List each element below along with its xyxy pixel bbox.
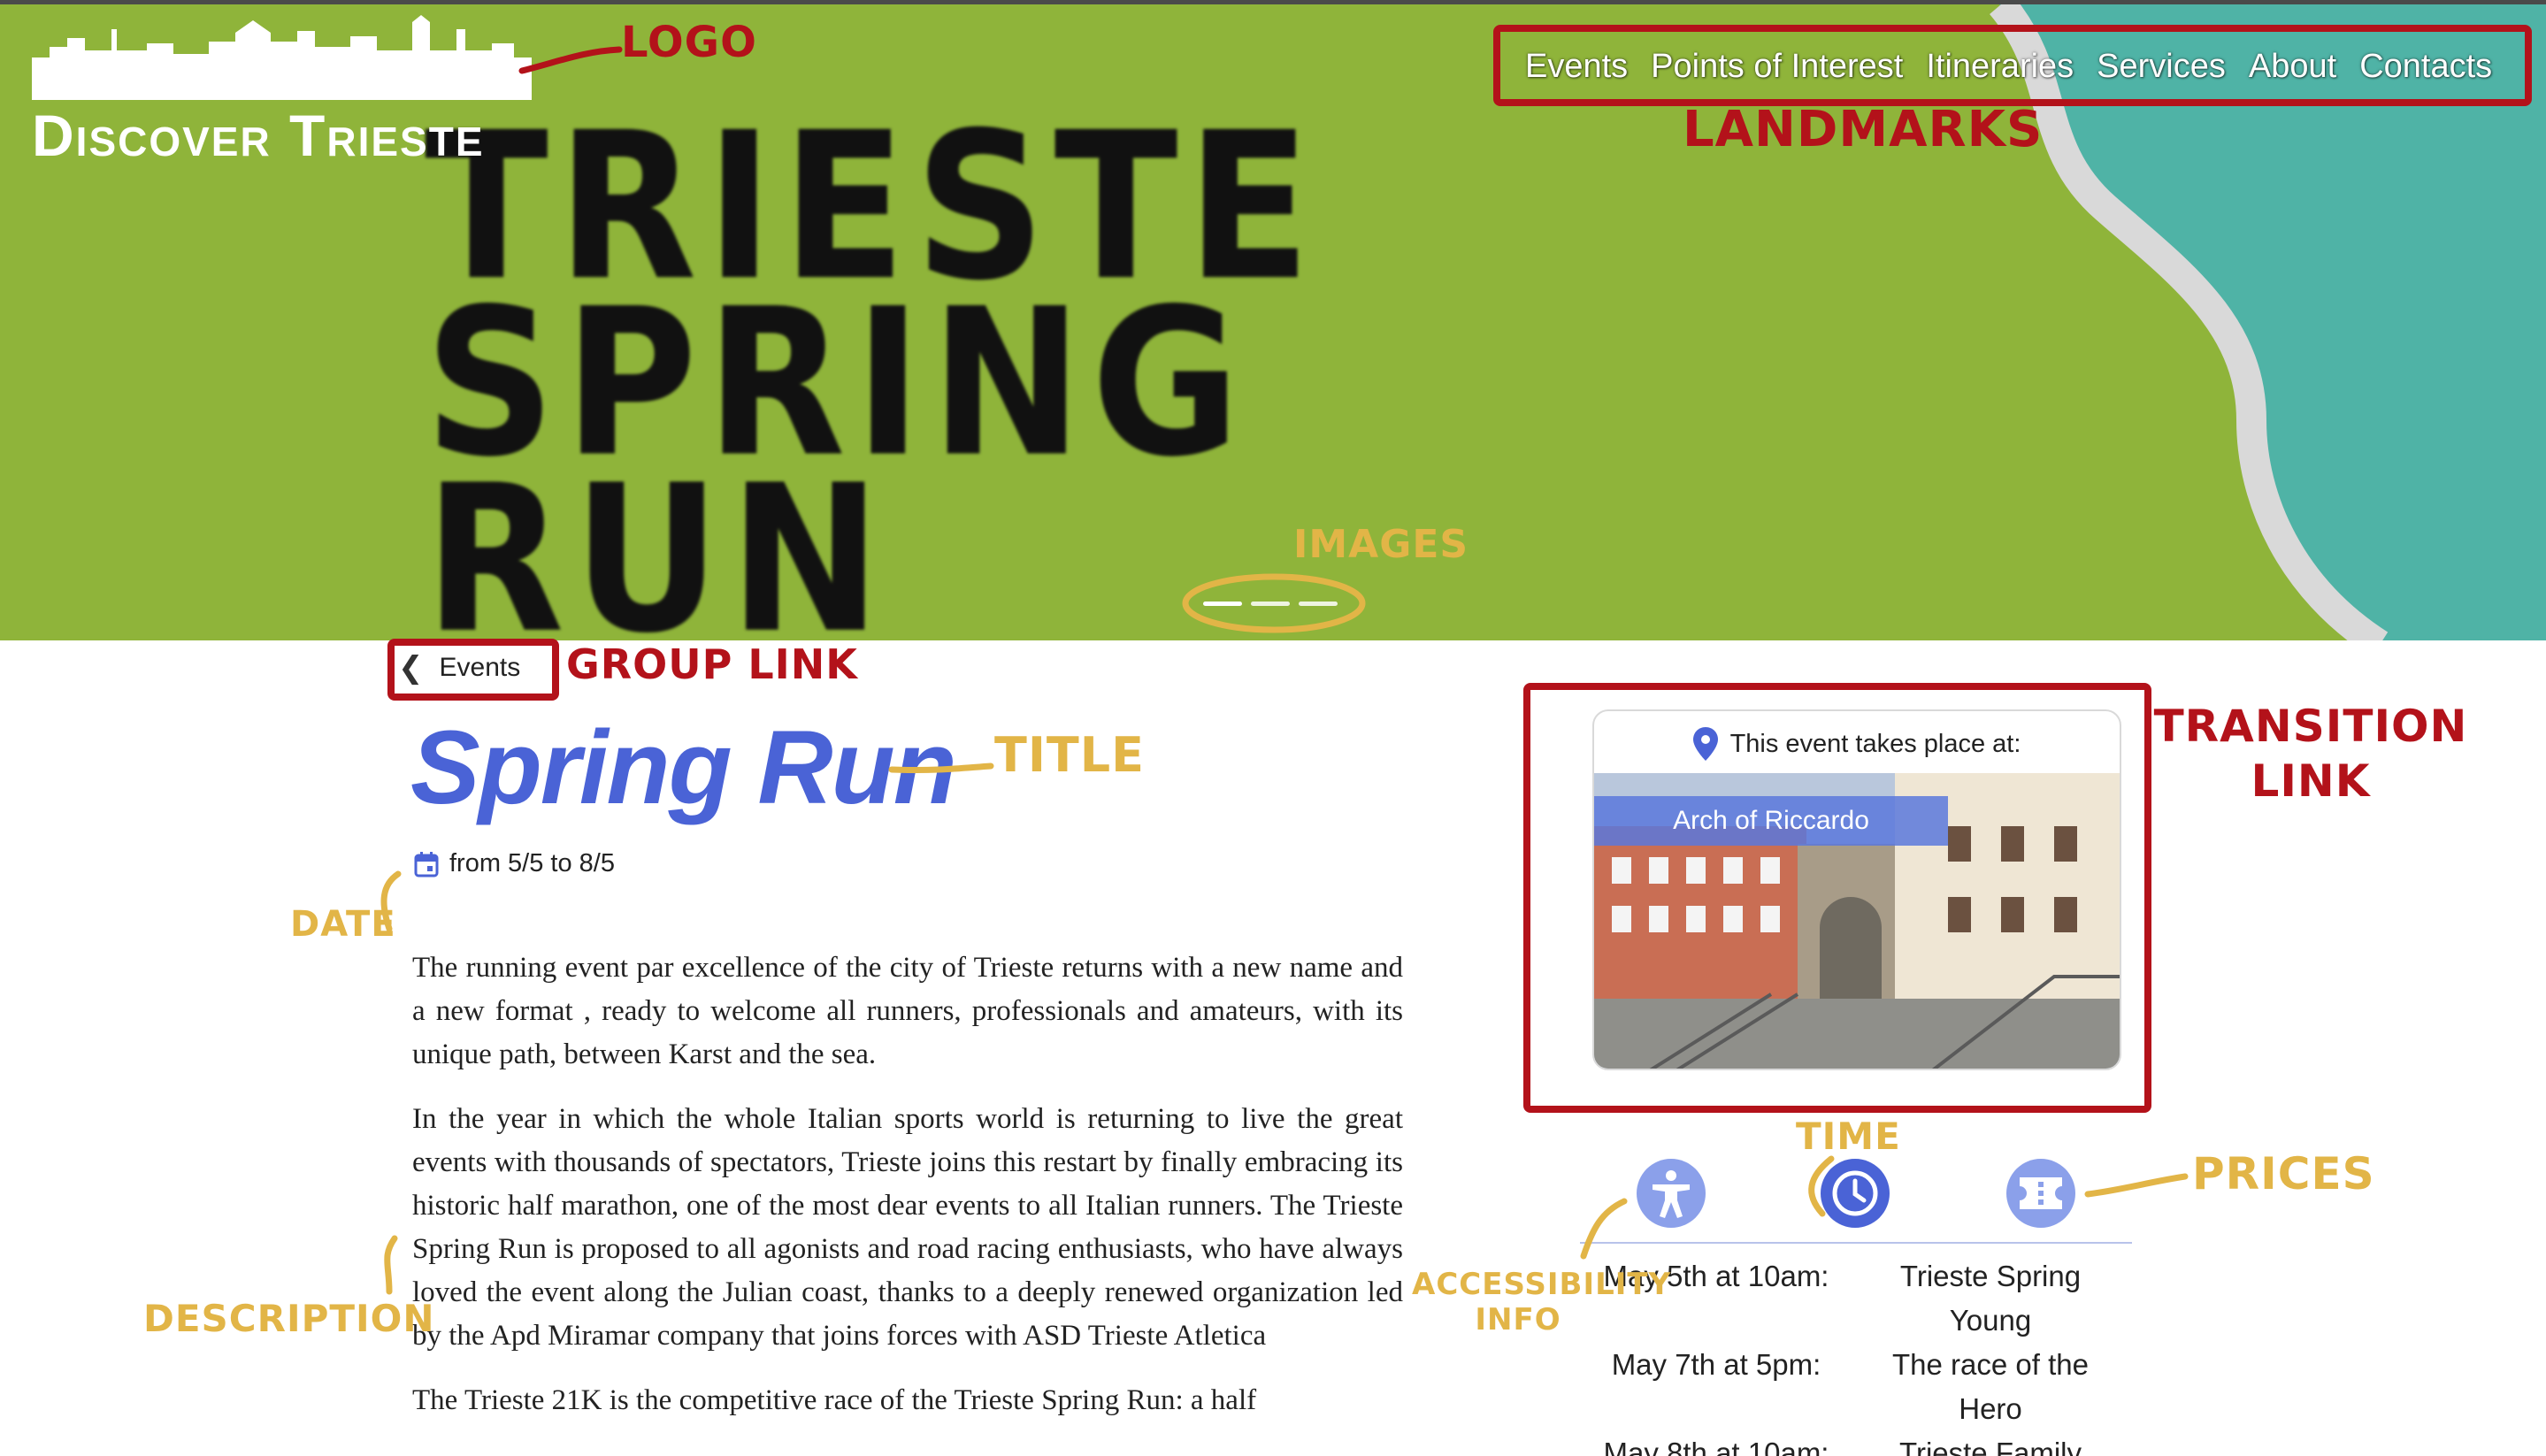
carousel-indicators [1203, 602, 1338, 606]
schedule-time: May 7th at 5pm: [1611, 1348, 1821, 1381]
description-paragraph: The running event par excellence of the … [412, 952, 1403, 1070]
annotation-description: DESCRIPTION [143, 1297, 435, 1340]
schedule-event-name: Trieste Spring Young [1899, 1260, 2082, 1337]
schedule-time: May 8th at 10am: [1603, 1437, 1829, 1456]
event-description: The running event par excellence of the … [412, 946, 1403, 1444]
carousel-dot-1[interactable] [1203, 602, 1242, 606]
schedule-event-name: The race of the Hero [1892, 1348, 2089, 1425]
annotation-box-transition-link [1523, 683, 2151, 1113]
carousel-dot-3[interactable] [1299, 602, 1338, 606]
annotation-box-group-link [387, 639, 559, 701]
info-divider [1580, 1242, 2132, 1244]
annotation-images: IMAGES [1293, 522, 1469, 567]
date-text: from 5/5 to 8/5 [449, 849, 615, 877]
description-paragraph: In the year in which the whole Italian s… [412, 1103, 1403, 1352]
annotation-date: DATE [290, 904, 396, 945]
event-date: from 5/5 to 8/5 [414, 849, 615, 878]
annotation-title: TITLE [994, 727, 1146, 783]
carousel-dot-2[interactable] [1251, 602, 1290, 606]
annotation-logo: LOGO [621, 18, 757, 67]
schedule-row: May 7th at 5pm: The race of the Hero [1575, 1343, 2132, 1431]
annotation-box-landmarks [1493, 25, 2532, 106]
skyline-icon [32, 15, 532, 100]
schedule-row: May 8th at 10am: Trieste Family [1575, 1431, 2132, 1456]
calendar-icon [414, 851, 439, 877]
annotation-transition-link-text: TRANSITION LINK [2153, 701, 2468, 807]
annotation-accessibility-info: ACCESSIBILITY INFO [1412, 1267, 1670, 1337]
schedule-event-name: Trieste Family [1899, 1437, 2082, 1456]
logo-text: Discover Trieste [32, 103, 485, 168]
annotation-prices: PRICES [2192, 1148, 2375, 1199]
page-title: Spring Run [410, 709, 957, 826]
annotation-time: TIME [1796, 1115, 1901, 1158]
description-paragraph: The Trieste 21K is the competitive race … [412, 1384, 1257, 1416]
annotation-group-link: GROUP LINK [566, 640, 858, 688]
info-icon-bar [1575, 1159, 2132, 1238]
clock-icon[interactable] [1821, 1159, 1890, 1228]
annotation-transition-link: TRANSITION LINK [2151, 699, 2470, 808]
annotation-landmarks: LANDMARKS [1683, 101, 2044, 158]
site-logo[interactable]: Discover Trieste [32, 11, 545, 168]
accessibility-icon[interactable] [1637, 1159, 1706, 1228]
ticket-icon[interactable] [2006, 1159, 2075, 1228]
